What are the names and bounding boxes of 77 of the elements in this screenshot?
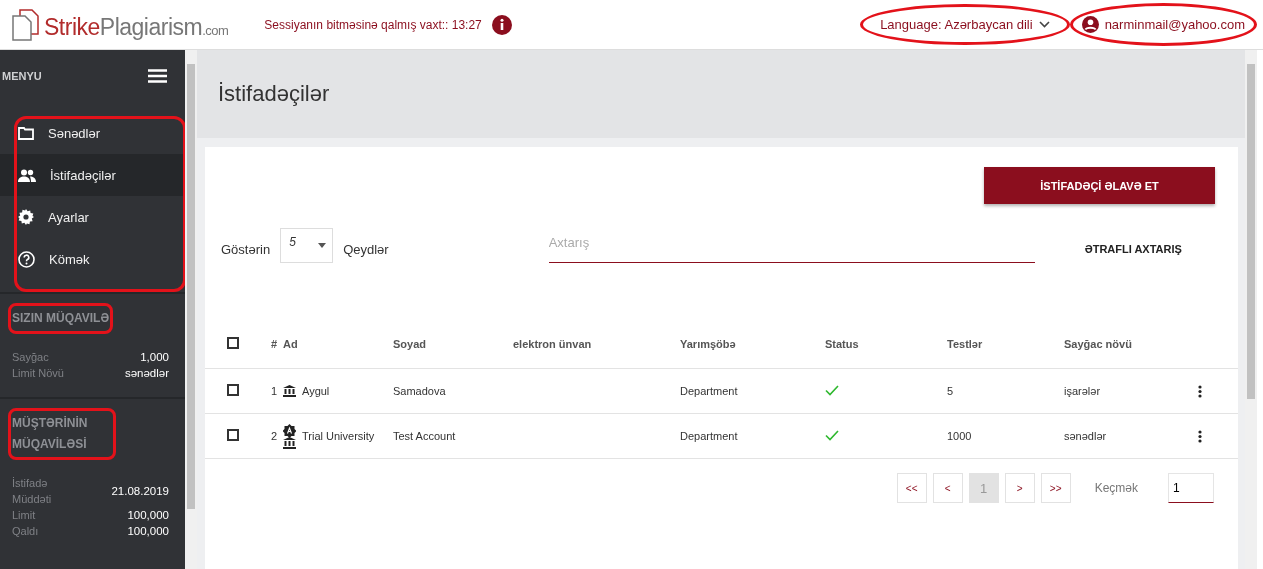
nav-label: Sənədlər bbox=[48, 125, 101, 141]
menu-icon[interactable] bbox=[148, 69, 167, 83]
search-field[interactable]: Axtarış bbox=[548, 235, 1035, 263]
field-value: sənədlər bbox=[124, 367, 169, 379]
goto-page-field[interactable]: 1 bbox=[1168, 473, 1214, 503]
language-selector[interactable]: Language: Azərbaycan dili bbox=[880, 17, 1050, 32]
nav-item[interactable]: Sənədlər bbox=[0, 112, 185, 154]
nav-item[interactable]: Ayarlar bbox=[0, 196, 185, 238]
field-value: 1,000 bbox=[140, 351, 169, 363]
nav-label: İstifadəçilər bbox=[50, 167, 116, 183]
users-icon bbox=[18, 168, 36, 182]
table-cell-text: işarələr bbox=[1064, 385, 1102, 397]
table-cell-text: 1 bbox=[271, 385, 279, 397]
page-size-select[interactable]: 5 bbox=[280, 228, 334, 263]
records-label: Qeydlər bbox=[343, 242, 389, 259]
field-value: 100,000 bbox=[127, 525, 169, 537]
scrollbar[interactable] bbox=[185, 50, 197, 569]
column-header: Ad bbox=[283, 337, 299, 350]
column-header: Yarımşöbə bbox=[680, 337, 737, 350]
table-cell-text: Department bbox=[680, 385, 739, 397]
goto-label: Keçmək bbox=[1094, 481, 1138, 495]
page-title: İstifadəçilər bbox=[218, 81, 330, 107]
field-label: Sayğac bbox=[12, 350, 50, 365]
next-page-button[interactable]: > bbox=[1004, 473, 1035, 503]
field-label: Qaldı bbox=[12, 524, 40, 539]
previous-page-button[interactable]: < bbox=[932, 473, 963, 503]
select-all-checkbox[interactable] bbox=[227, 336, 239, 349]
advanced-search-button[interactable]: ƏTRAFLI AXTARIŞ bbox=[1074, 235, 1192, 263]
menu-title: MENYU bbox=[2, 70, 42, 82]
account-icon bbox=[1081, 16, 1099, 33]
column-header: # bbox=[271, 337, 279, 350]
field-value: 21.08.2019 bbox=[111, 485, 169, 497]
table-cell-text: Samadova bbox=[393, 385, 447, 397]
first-page-button[interactable]: << bbox=[896, 473, 927, 503]
chevron-down-icon bbox=[1038, 21, 1050, 28]
logo[interactable]: StrikePlagiarism.com bbox=[12, 8, 229, 41]
more-options-icon[interactable] bbox=[1198, 429, 1202, 443]
gear-icon bbox=[18, 209, 34, 225]
column-header: Status bbox=[825, 337, 860, 350]
table-cell: Trial University bbox=[302, 430, 375, 442]
more-options-icon[interactable] bbox=[1198, 384, 1202, 398]
table-cell-text: Department bbox=[680, 430, 739, 442]
dropdown-icon bbox=[318, 243, 327, 248]
show-label: Göstərin bbox=[221, 242, 271, 259]
nav-item[interactable]: Kömək bbox=[0, 238, 185, 280]
nav-label: Ayarlar bbox=[48, 209, 89, 225]
column-header: elektron ünvan bbox=[513, 337, 593, 350]
scrollbar[interactable] bbox=[1245, 50, 1257, 569]
info-icon[interactable] bbox=[491, 14, 512, 35]
last-page-button[interactable]: >> bbox=[1040, 473, 1071, 503]
field-label: İstifadə Müddəti bbox=[12, 476, 53, 507]
admin-institution-icon bbox=[283, 423, 296, 449]
column-header: Sayğac növü bbox=[1064, 337, 1133, 350]
institution-icon bbox=[283, 385, 296, 397]
row-checkbox[interactable] bbox=[227, 384, 239, 396]
user-account-link[interactable]: narminmail@yahoo.com bbox=[1081, 16, 1245, 33]
table-cell-text: sənədlər bbox=[1064, 430, 1108, 442]
session-timer: Sessiyanın bitməsinə qalmış vaxt:: 13:27 bbox=[264, 17, 482, 32]
row-checkbox[interactable] bbox=[227, 429, 239, 441]
table-cell-text: 1000 bbox=[947, 430, 973, 442]
table-cell-text: 2 bbox=[271, 430, 279, 442]
column-header: Testlər bbox=[947, 337, 984, 350]
folder-icon bbox=[18, 126, 34, 140]
add-user-button[interactable]: İSTİFADƏÇİ ƏLAVƏ ET bbox=[984, 167, 1215, 204]
field-label: Limit bbox=[12, 508, 37, 523]
table-cell-text: Test Account bbox=[393, 430, 457, 442]
column-header: Soyad bbox=[393, 337, 427, 350]
section-title: SIZIN MÜQAVILƏ bbox=[12, 310, 110, 327]
section-title: MÜŞTƏRİNİN MÜQAVİLƏSİ bbox=[12, 415, 89, 453]
nav-label: Kömək bbox=[49, 251, 90, 267]
help-icon bbox=[18, 250, 35, 268]
table-cell-text: 5 bbox=[947, 385, 955, 397]
field-label: Limit Növü bbox=[12, 366, 65, 381]
field-value: 100,000 bbox=[127, 509, 169, 521]
table-cell: Aygul bbox=[302, 385, 330, 397]
document-icon bbox=[12, 8, 40, 41]
nav-item[interactable]: İstifadəçilər bbox=[0, 154, 185, 196]
